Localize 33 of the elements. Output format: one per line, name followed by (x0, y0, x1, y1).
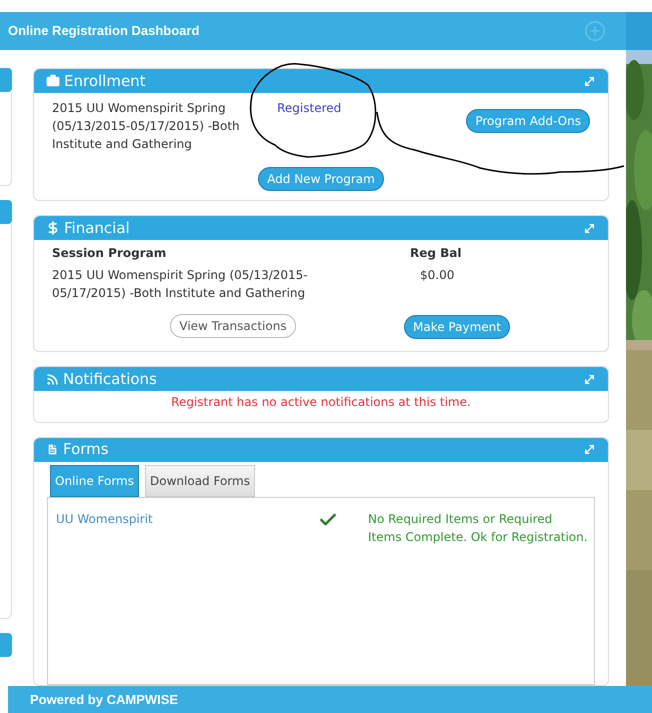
panel-title: Forms (63, 442, 109, 458)
view-transactions-button[interactable]: View Transactions (170, 314, 296, 338)
rss-icon (46, 372, 59, 386)
program-name: 2015 UU Womenspirit Spring (05/13/2015-05/17/2015) -Both Institute and Gathering (52, 100, 241, 153)
table-cell-text: 2015 UU Womenspirit Spring (05/13/2015-05/17/2015) -Both Institute and Gathering (52, 267, 309, 302)
column-header: Session Program (52, 245, 168, 262)
dollar-icon (46, 221, 60, 236)
side-tab[interactable] (0, 200, 12, 224)
panel-title: Notifications (63, 372, 157, 387)
form-link[interactable]: UU Womenspirit (48, 510, 318, 546)
registration-status: Registered (276, 100, 342, 117)
add-new-program-button[interactable]: Add New Program (258, 167, 384, 191)
forms-tab[interactable]: Online Forms (50, 464, 140, 497)
expand-icon[interactable] (583, 222, 596, 235)
make-payment-button[interactable]: Make Payment (404, 315, 510, 340)
expand-icon[interactable] (583, 372, 596, 386)
table-cell-text: $0.00 (419, 267, 454, 284)
panel-title: Financial (64, 220, 130, 236)
document-icon (46, 443, 59, 456)
forms-tab[interactable]: Download Forms (145, 464, 255, 497)
expand-icon[interactable] (583, 443, 596, 456)
side-tab[interactable] (0, 633, 12, 657)
footer-text: Powered by CAMPWISE (30, 690, 178, 709)
dashboard-title: Online Registration Dashboard (8, 22, 200, 40)
panel-title: Enrollment (64, 74, 146, 88)
column-header: Reg Bal (410, 245, 462, 262)
briefcase-icon (46, 74, 60, 88)
program-add-ons-button[interactable]: Program Add-Ons (466, 109, 590, 133)
side-tab[interactable] (0, 68, 12, 92)
notification-message: Registrant has no active notifications at this time. (171, 394, 471, 412)
top-bar-edge (626, 12, 652, 50)
expand-icon[interactable] (583, 74, 596, 88)
form-status: No Required Items or Required Items Complete. Ok for Registration. (368, 510, 588, 546)
